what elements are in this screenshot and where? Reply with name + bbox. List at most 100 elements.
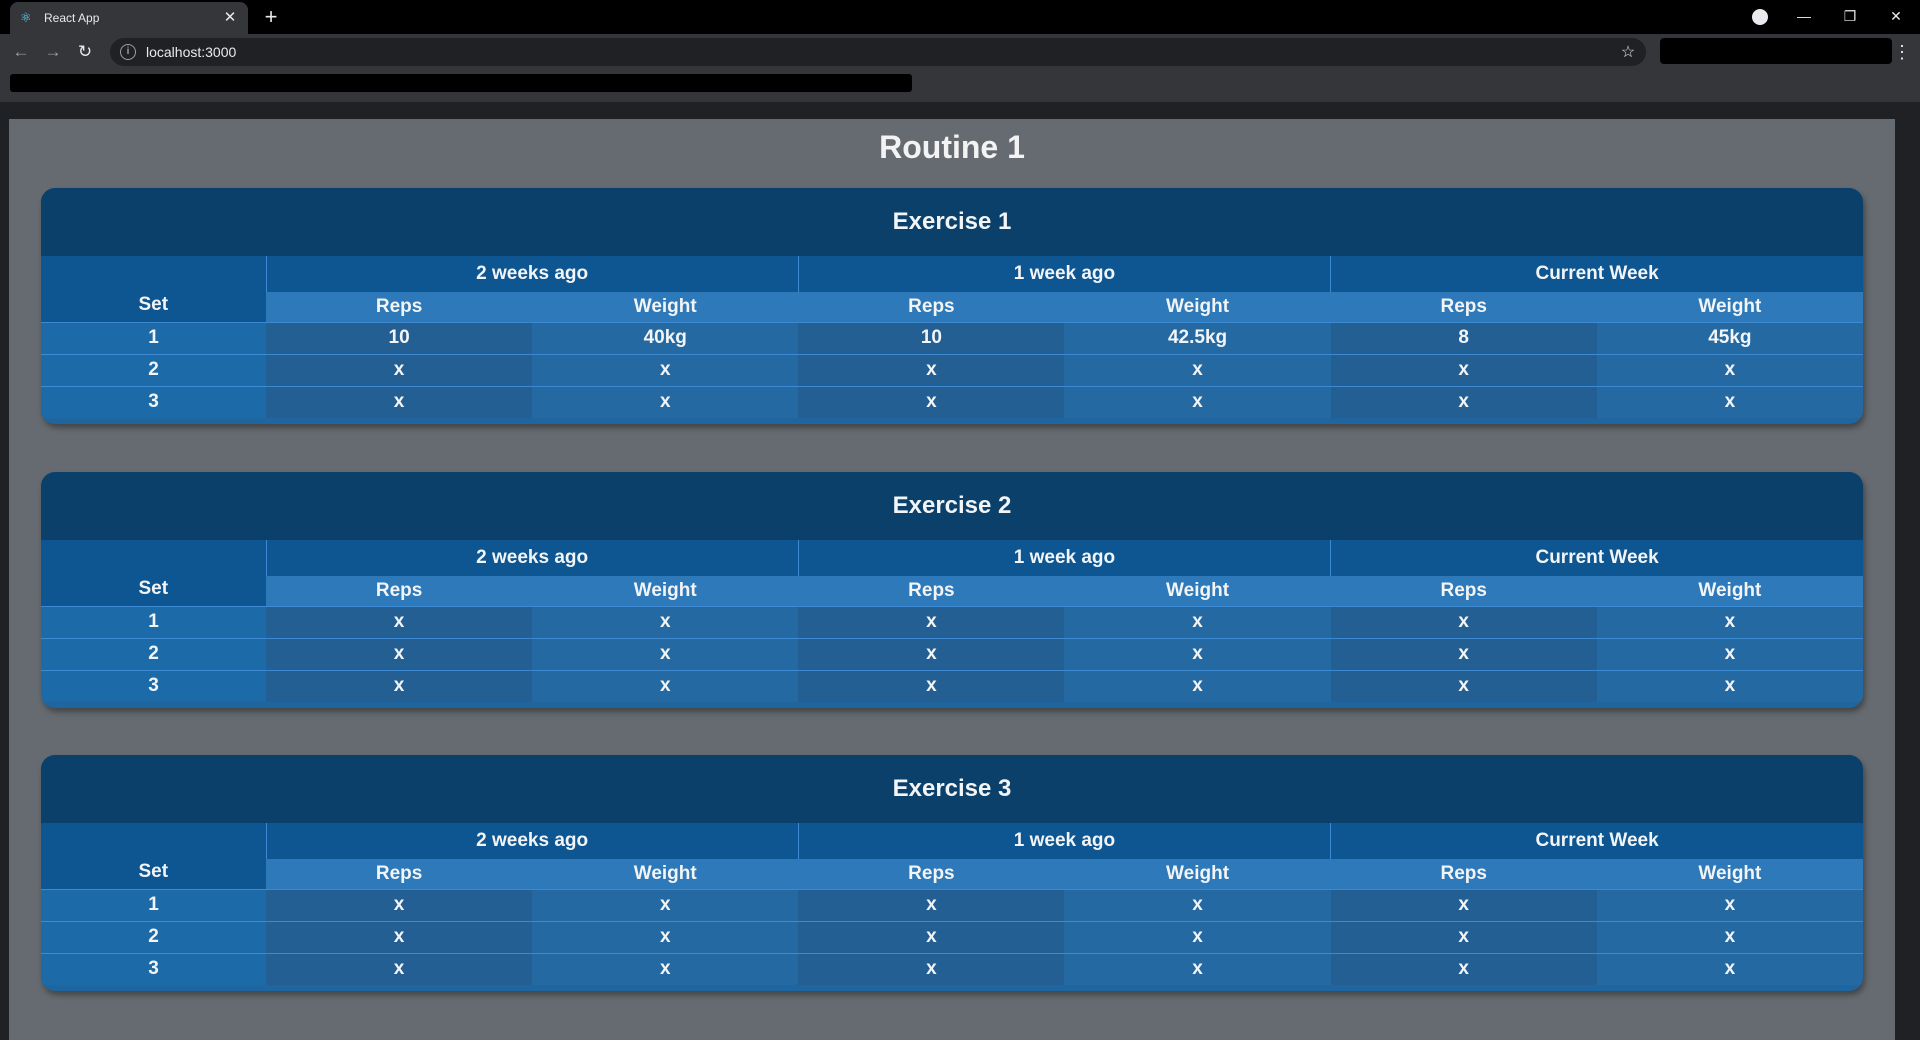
period-header: 1 week ago <box>797 256 1331 292</box>
browser-titlebar: ⚛ React App ✕ + — ❐ ✕ <box>0 0 1920 34</box>
tab-close-icon[interactable]: ✕ <box>222 10 238 26</box>
set-number: 3 <box>41 385 266 418</box>
reps-header: Reps <box>798 292 1065 322</box>
exercise-title: Exercise 3 <box>41 755 1863 823</box>
set-header: Set <box>41 823 266 889</box>
period-header: Current Week <box>1330 256 1863 292</box>
reps-header: Reps <box>266 576 533 606</box>
redacted-bookmarks <box>10 74 912 92</box>
table-row: 1 10 40kg 10 42.5kg 8 45kg <box>41 321 1863 354</box>
url-text[interactable]: localhost:3000 <box>146 44 1618 60</box>
reps-cell: 10 <box>266 321 533 354</box>
weight-cell: x <box>532 637 799 670</box>
weight-cell: x <box>1064 637 1331 670</box>
table-row: 3xxxxxx <box>41 952 1863 985</box>
set-header: Set <box>41 540 266 606</box>
weight-cell: x <box>532 669 799 702</box>
forward-icon[interactable]: → <box>42 41 64 63</box>
table-row: 3xxxxxx <box>41 669 1863 702</box>
exercise-card: Exercise 2 Set 2 weeks ago 1 week ago Curren… <box>41 472 1863 708</box>
exercise-table: Set 2 weeks ago 1 week ago Current Week Reps… <box>41 540 1863 702</box>
set-number: 3 <box>41 952 266 985</box>
routine-title: Routine 1 <box>879 129 1025 165</box>
table-row: 2xxxxxx <box>41 920 1863 953</box>
exercise-table: Set 2 weeks ago 1 week ago Current Week Reps… <box>41 256 1863 418</box>
weight-cell: x <box>1064 952 1331 985</box>
weight-header: Weight <box>1064 576 1331 606</box>
reps-cell: x <box>798 920 1065 953</box>
set-number: 2 <box>41 353 266 386</box>
set-number: 3 <box>41 669 266 702</box>
exercise-title: Exercise 2 <box>41 472 1863 540</box>
weight-cell: x <box>1596 385 1863 418</box>
reps-cell: x <box>798 353 1065 386</box>
reps-cell: x <box>266 605 533 638</box>
minimize-icon[interactable]: — <box>1782 0 1826 34</box>
weight-header: Weight <box>532 576 799 606</box>
new-tab-icon[interactable]: + <box>259 6 283 30</box>
table-row: 3xxxxxx <box>41 385 1863 418</box>
back-icon[interactable]: ← <box>10 41 32 63</box>
weight-header: Weight <box>1064 859 1331 889</box>
table-row: 2xxxxxx <box>41 637 1863 670</box>
weight-header: Weight <box>1596 576 1863 606</box>
weight-cell: 45kg <box>1596 321 1863 354</box>
address-bar[interactable]: i localhost:3000 ☆ <box>110 38 1646 66</box>
period-header: 1 week ago <box>797 540 1331 576</box>
site-info-icon[interactable]: i <box>120 44 136 60</box>
weight-header: Weight <box>532 292 799 322</box>
reps-cell: x <box>1330 637 1597 670</box>
close-window-icon[interactable]: ✕ <box>1874 0 1918 34</box>
weight-header: Weight <box>1596 292 1863 322</box>
reps-cell: x <box>1330 353 1597 386</box>
weight-cell: x <box>532 920 799 953</box>
period-header: 2 weeks ago <box>265 540 799 576</box>
reps-header: Reps <box>1330 576 1597 606</box>
weight-header: Weight <box>1064 292 1331 322</box>
bookmark-star-icon[interactable]: ☆ <box>1618 42 1638 62</box>
set-number: 1 <box>41 605 266 638</box>
weight-cell: x <box>1596 637 1863 670</box>
exercise-title: Exercise 1 <box>41 188 1863 256</box>
weight-cell: x <box>1596 888 1863 921</box>
weight-header: Weight <box>532 859 799 889</box>
reps-cell: x <box>798 385 1065 418</box>
set-number: 2 <box>41 920 266 953</box>
weight-cell: x <box>1596 920 1863 953</box>
tab-title: React App <box>44 11 100 25</box>
reps-header: Reps <box>1330 292 1597 322</box>
weight-cell: x <box>1064 669 1331 702</box>
weight-cell: x <box>1596 952 1863 985</box>
set-number: 2 <box>41 637 266 670</box>
weight-cell: x <box>532 353 799 386</box>
weight-cell: x <box>1064 920 1331 953</box>
weight-cell: x <box>532 952 799 985</box>
exercise-card: Exercise 1 Set 2 weeks ago 1 week ago Curren… <box>41 188 1863 424</box>
restore-icon[interactable]: ❐ <box>1828 0 1872 34</box>
bookmarks-bar <box>0 70 1920 102</box>
weight-cell: x <box>532 605 799 638</box>
profile-icon[interactable] <box>1752 9 1768 25</box>
reps-cell: x <box>1330 952 1597 985</box>
reps-header: Reps <box>798 859 1065 889</box>
weight-cell: 40kg <box>532 321 799 354</box>
page-scrollbar[interactable] <box>1902 105 1920 1040</box>
weight-cell: x <box>1596 605 1863 638</box>
reps-header: Reps <box>798 576 1065 606</box>
browser-toolbar: ← → ↻ i localhost:3000 ☆ ⋮ <box>0 34 1920 70</box>
table-row: 1xxxxxx <box>41 605 1863 638</box>
reps-cell: x <box>798 637 1065 670</box>
weight-cell: x <box>1596 669 1863 702</box>
reps-cell: x <box>1330 920 1597 953</box>
browser-menu-icon[interactable]: ⋮ <box>1892 40 1912 64</box>
reps-cell: x <box>266 888 533 921</box>
weight-header: Weight <box>1596 859 1863 889</box>
browser-tab[interactable]: ⚛ React App ✕ <box>10 2 248 34</box>
reps-cell: x <box>266 920 533 953</box>
set-number: 1 <box>41 888 266 921</box>
reload-icon[interactable]: ↻ <box>74 41 96 63</box>
reps-cell: x <box>266 952 533 985</box>
redacted-extensions <box>1660 38 1892 64</box>
period-header: Current Week <box>1330 540 1863 576</box>
reps-cell: x <box>798 888 1065 921</box>
